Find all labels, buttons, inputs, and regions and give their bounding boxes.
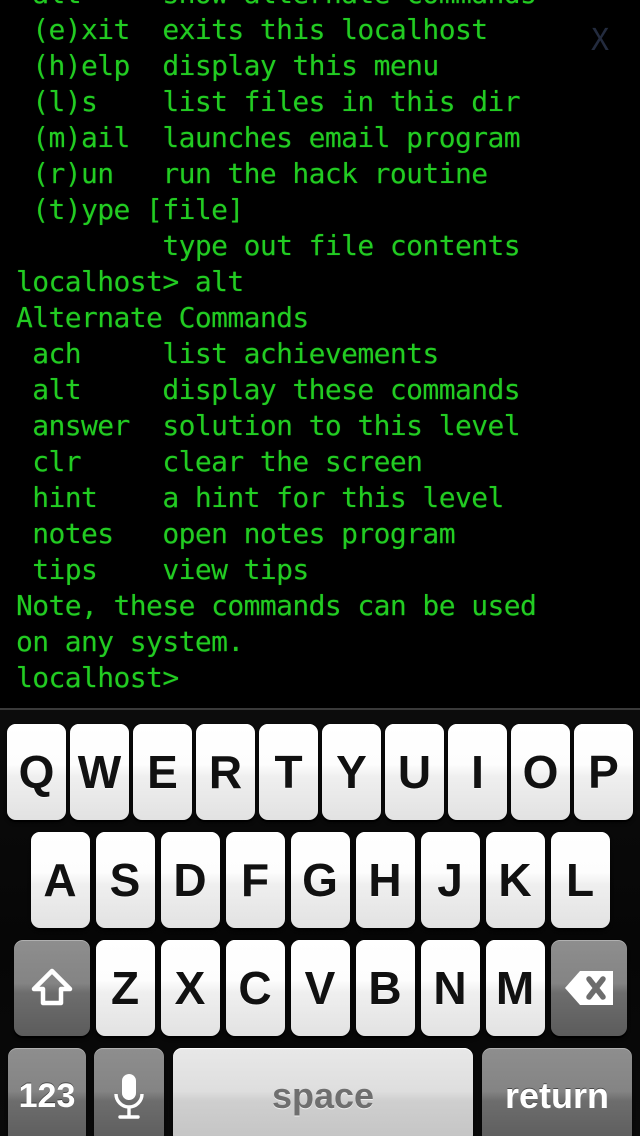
keyboard-row-1: QWERTYUIOP [0, 724, 640, 820]
key-p[interactable]: P [574, 724, 633, 820]
key-h[interactable]: H [355, 832, 415, 928]
key-q[interactable]: Q [7, 724, 66, 820]
key-v[interactable]: V [290, 940, 350, 1036]
key-n[interactable]: N [420, 940, 480, 1036]
close-icon[interactable]: X [584, 24, 616, 58]
key-c[interactable]: C [225, 940, 285, 1036]
key-j[interactable]: J [420, 832, 480, 928]
keyboard-row-3: Z X C V B N M [0, 940, 640, 1036]
key-x[interactable]: X [160, 940, 220, 1036]
dictation-key[interactable] [94, 1048, 164, 1136]
key-s[interactable]: S [95, 832, 155, 928]
space-key[interactable]: space [173, 1048, 473, 1136]
terminal-output: alt show alternate commands (e)xit exits… [16, 0, 537, 694]
onscreen-keyboard[interactable]: QWERTYUIOP ASDFGHJKL Z X C V B N M 123 s… [0, 708, 640, 1136]
key-e[interactable]: E [133, 724, 192, 820]
microphone-icon [109, 1070, 149, 1122]
backspace-delete-icon [563, 969, 615, 1007]
backspace-key[interactable] [550, 940, 627, 1036]
key-f[interactable]: F [225, 832, 285, 928]
key-k[interactable]: K [485, 832, 545, 928]
key-t[interactable]: T [259, 724, 318, 820]
terminal-screen[interactable]: alt show alternate commands (e)xit exits… [0, 0, 640, 708]
key-m[interactable]: M [485, 940, 545, 1036]
key-o[interactable]: O [511, 724, 570, 820]
key-r[interactable]: R [196, 724, 255, 820]
key-d[interactable]: D [160, 832, 220, 928]
key-g[interactable]: G [290, 832, 350, 928]
key-u[interactable]: U [385, 724, 444, 820]
shift-arrow-icon [29, 965, 75, 1011]
shift-key[interactable] [13, 940, 90, 1036]
key-a[interactable]: A [30, 832, 90, 928]
key-w[interactable]: W [70, 724, 129, 820]
keyboard-row-2: ASDFGHJKL [0, 832, 640, 928]
key-l[interactable]: L [550, 832, 610, 928]
numeric-switch-key[interactable]: 123 [8, 1048, 86, 1136]
keyboard-row-4: 123 space return [0, 1048, 640, 1136]
key-y[interactable]: Y [322, 724, 381, 820]
return-key[interactable]: return [482, 1048, 632, 1136]
key-z[interactable]: Z [95, 940, 155, 1036]
key-b[interactable]: B [355, 940, 415, 1036]
key-i[interactable]: I [448, 724, 507, 820]
